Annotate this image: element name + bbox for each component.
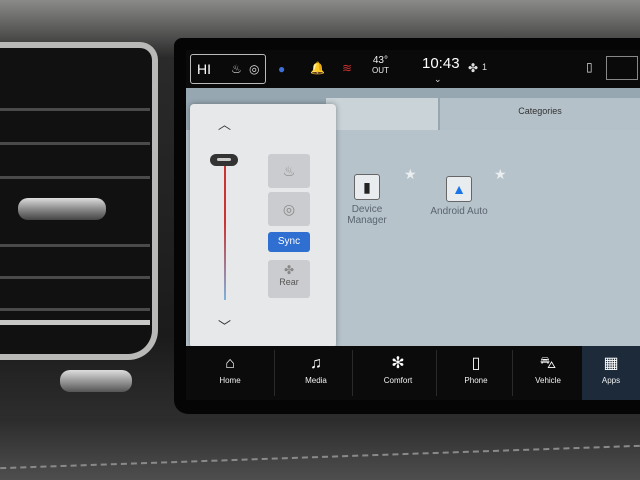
heated-wheel-icon: ◎ (282, 200, 296, 217)
fan-icon: ✤ (283, 263, 295, 277)
vent-slat (0, 308, 150, 311)
vent-slat (0, 108, 150, 111)
fan-hi-label: HI (197, 61, 211, 77)
hazard-button[interactable] (60, 370, 132, 392)
fan-icon: ✤ (468, 61, 479, 75)
rear-label: Rear (279, 277, 299, 287)
bottom-nav-bar: ⌂ Home ♫ Media ✻ Comfort ▯ Phone ⛍ Vehic… (186, 346, 640, 400)
heated-seat-button[interactable]: ♨ (268, 154, 310, 188)
nav-divider (274, 350, 275, 396)
clock: 10:43 (422, 55, 460, 72)
vent-slat (0, 276, 150, 279)
nav-comfort[interactable]: ✻ Comfort (360, 346, 436, 400)
fan-speed-slider[interactable] (224, 160, 226, 300)
favorite-star-icon[interactable]: ★ (494, 166, 507, 183)
climate-shortcut[interactable]: HI ♨ ◎ (190, 54, 266, 84)
apps-grid-icon: ▦ (603, 355, 619, 372)
chevron-down-icon[interactable]: ⌄ (434, 74, 442, 85)
tab-categories[interactable]: Categories (440, 98, 640, 130)
nav-label: Apps (601, 376, 621, 385)
phone-status-icon: ▯ (586, 60, 593, 74)
music-note-icon: ♫ (310, 355, 322, 372)
sync-button[interactable]: Sync (268, 232, 310, 252)
air-vent (0, 42, 158, 360)
outside-temperature: 43° OUT (372, 56, 389, 76)
fan-down-chevron-icon[interactable]: ﹀ (218, 316, 231, 335)
status-bar: HI ♨ ◎ ● 🔔 ≋ 43° OUT 10:43 ⌄ ✤ 1 ▯ (186, 50, 640, 88)
nav-label: Phone (464, 376, 488, 385)
nav-divider (352, 350, 353, 396)
heated-wheel-icon: ◎ (249, 62, 260, 76)
app-tile-android-auto[interactable]: ▲ Android Auto (414, 176, 504, 217)
android-auto-icon: ▲ (446, 176, 472, 202)
nav-divider (436, 350, 437, 396)
nav-label: Vehicle (535, 376, 561, 385)
car-dashboard-scene: HI ♨ ◎ ● 🔔 ≋ 43° OUT 10:43 ⌄ ✤ 1 ▯ Categ… (0, 0, 640, 480)
nav-phone[interactable]: ▯ Phone (438, 346, 514, 400)
phone-icon: ▯ (471, 355, 481, 372)
climate-popup: ︿ ﹀ ♨ ◎ Sync ✤ Rear (190, 104, 336, 348)
nav-label: Media (305, 376, 327, 385)
nav-label: Home (219, 376, 241, 385)
app-label: Android Auto (430, 206, 488, 217)
nav-home[interactable]: ⌂ Home (192, 346, 268, 400)
tab-all-apps[interactable] (326, 98, 438, 130)
heated-seat-icon: ♨ (231, 62, 242, 76)
nav-label: Comfort (383, 376, 413, 385)
temperature-value: 43° (372, 55, 388, 66)
car-icon: ⛍ (539, 355, 557, 372)
driver-profile-icon[interactable]: ● (278, 62, 285, 76)
fan-slider-handle[interactable] (210, 154, 238, 167)
camera-shortcut-icon[interactable] (606, 56, 638, 80)
comfort-icon: ✻ (391, 355, 405, 372)
notification-bell-icon[interactable]: 🔔 (310, 61, 325, 75)
vent-slat (0, 244, 150, 247)
nav-media[interactable]: ♫ Media (278, 346, 354, 400)
heated-wheel-button[interactable]: ◎ (268, 192, 310, 226)
vent-slat (0, 142, 150, 145)
fan-up-chevron-icon[interactable]: ︿ (218, 114, 231, 133)
wifi-icon: ≋ (342, 61, 353, 75)
nav-vehicle[interactable]: ⛍ Vehicle (510, 346, 586, 400)
temperature-sub: OUT (372, 66, 389, 75)
device-manager-icon: ▮ (354, 174, 380, 200)
nav-apps[interactable]: ▦ Apps (582, 346, 640, 400)
fan-speed-indicator: 1 (482, 62, 488, 72)
heated-seat-icon: ♨ (282, 162, 296, 179)
rear-climate-button[interactable]: ✤ Rear (268, 260, 310, 298)
home-icon: ⌂ (225, 355, 235, 372)
vent-adjust-knob[interactable] (18, 198, 106, 220)
vent-slat (0, 176, 150, 179)
vent-trim (0, 320, 150, 354)
